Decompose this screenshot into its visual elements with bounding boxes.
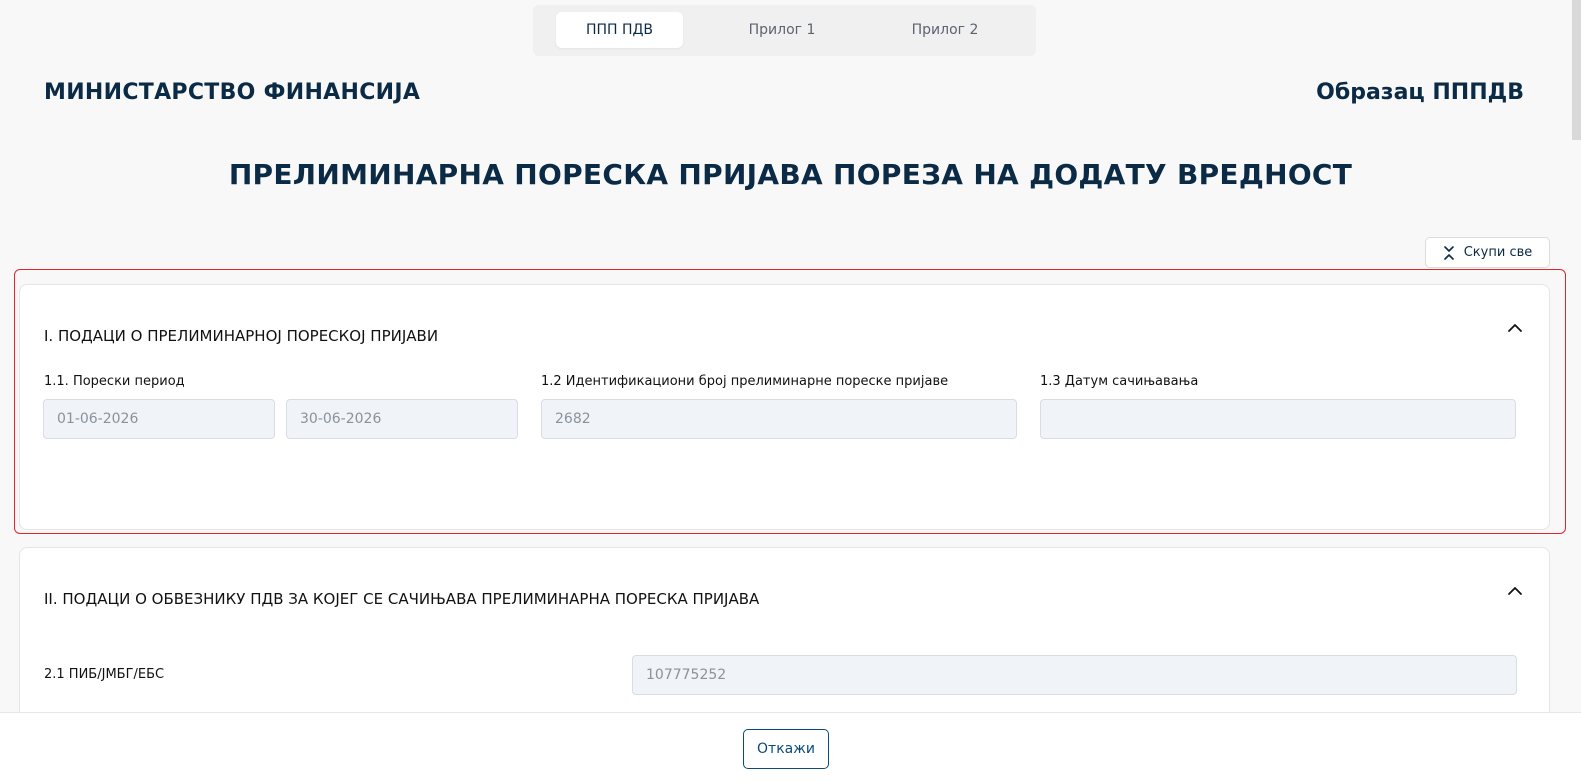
collapse-all-button[interactable]: Скупи све [1425,237,1550,268]
cancel-button[interactable]: Откажи [743,729,829,769]
chevron-up-icon[interactable] [1507,323,1523,333]
id-label: 1.2 Идентификациони број прелиминарне по… [541,374,949,389]
form-tabs: ППП ПДВ Прилог 1 Прилог 2 [533,5,1036,56]
date-input[interactable] [1040,399,1516,439]
tab-prilog-2[interactable]: Прилог 2 [881,12,1009,48]
id-input[interactable]: 2682 [541,399,1017,439]
section-1-card: I. ПОДАЦИ О ПРЕЛИМИНАРНОЈ ПОРЕСКОЈ ПРИЈА… [19,284,1550,530]
period-label: 1.1. Порески период [44,374,185,389]
form-code: Образац ПППДВ [1316,80,1524,105]
footer-bar: Откажи [0,712,1581,782]
scrollbar[interactable] [1572,0,1581,140]
section-2-title: II. ПОДАЦИ О ОБВЕЗНИКУ ПДВ ЗА КОЈЕГ СЕ С… [44,590,760,608]
chevron-up-icon[interactable] [1507,586,1523,596]
period-from-input[interactable]: 01-06-2026 [43,399,275,439]
tab-ppp-pdv[interactable]: ППП ПДВ [556,12,683,48]
collapse-icon [1443,245,1454,260]
page-title: ПРЕЛИМИНАРНА ПОРЕСКА ПРИЈАВА ПОРЕЗА НА Д… [228,158,1353,191]
pib-label: 2.1 ПИБ/ЈМБГ/ЕБС [44,667,165,682]
date-label: 1.3 Датум сачињавања [1040,374,1199,389]
section-1-title: I. ПОДАЦИ О ПРЕЛИМИНАРНОЈ ПОРЕСКОЈ ПРИЈА… [44,327,439,345]
pib-input[interactable]: 107775252 [632,655,1517,695]
ministry-name: МИНИСТАРСТВО ФИНАНСИЈА [44,80,421,105]
collapse-all-label: Скупи све [1463,245,1533,260]
period-to-input[interactable]: 30-06-2026 [286,399,518,439]
tab-prilog-1[interactable]: Прилог 1 [718,12,846,48]
